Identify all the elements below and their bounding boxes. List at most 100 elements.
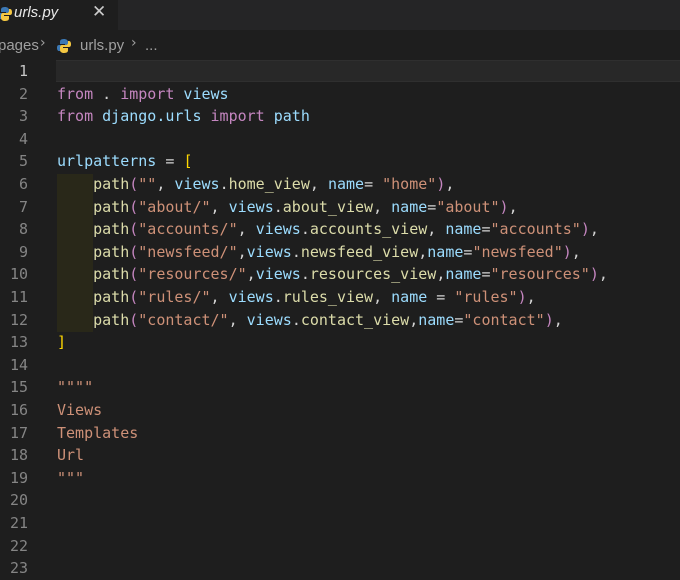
- code-token: =: [427, 197, 437, 216]
- line-number: 15: [9, 378, 28, 397]
- code-token: "about/": [138, 197, 211, 216]
- code-token: views: [174, 175, 220, 193]
- code-token: (: [129, 265, 139, 284]
- line-number: 5: [18, 152, 28, 171]
- chevron-right-icon: ›: [40, 35, 46, 51]
- code-token: path: [93, 288, 130, 306]
- code-token: .: [273, 197, 283, 216]
- code-token: ,: [553, 310, 563, 329]
- code-token: "about": [436, 197, 500, 216]
- code-token: newsfeed_view: [300, 242, 419, 261]
- breadcrumb-file[interactable]: urls.py: [80, 37, 124, 54]
- code-token: =: [481, 265, 491, 284]
- line-content: path("", views.home_view, name= "home"),: [57, 173, 454, 196]
- line-number: 20: [9, 491, 28, 510]
- code-token: [: [183, 152, 193, 171]
- code-token: name: [445, 220, 482, 239]
- code-token: "contact/": [138, 310, 229, 329]
- code-token: path: [93, 265, 130, 284]
- code-token: ,: [589, 220, 599, 239]
- code-line: 8 path("accounts/", views.accounts_view,…: [0, 218, 680, 241]
- code-token: path: [93, 175, 130, 193]
- code-token: views: [228, 197, 274, 216]
- code-editor[interactable]: 1 2 from . import views 3 from django.urls i…: [0, 58, 680, 580]
- code-token: Url: [57, 446, 85, 465]
- code-token: .: [300, 220, 310, 239]
- code-token: Templates: [57, 423, 139, 442]
- code-token: name: [427, 242, 464, 261]
- code-token: about_view: [282, 197, 374, 216]
- code-line: 5 urlpatterns = [: [0, 150, 680, 173]
- code-token: name: [327, 175, 365, 193]
- code-token: views: [255, 265, 301, 284]
- code-token: .: [93, 84, 121, 103]
- line-content: ]: [57, 331, 66, 354]
- line-content: path("contact/", views.contact_view,name…: [57, 309, 563, 332]
- code-token: "resources/": [138, 265, 247, 284]
- code-token: ,: [508, 197, 518, 216]
- line-content: path("rules/", views.rules_view, name = …: [57, 286, 536, 309]
- code-token: ): [580, 220, 590, 239]
- code-token: home_view: [228, 175, 310, 193]
- line-content: Url: [57, 444, 84, 467]
- code-token: ): [562, 242, 572, 261]
- line-number: 22: [9, 536, 28, 555]
- code-token: urlpatterns: [57, 152, 157, 171]
- code-line: 20: [0, 489, 680, 512]
- line-content: """": [57, 376, 93, 399]
- code-token: ,: [210, 288, 229, 306]
- code-token: path: [93, 310, 130, 329]
- code-token: name: [418, 310, 455, 329]
- code-line: 6 path("", views.home_view, name= "home"…: [0, 173, 680, 196]
- code-token: ,: [409, 310, 419, 329]
- code-token: name: [391, 288, 428, 306]
- code-token: path: [264, 107, 310, 126]
- code-token: ): [499, 197, 509, 216]
- tab-urls-py[interactable]: urls.py ✕: [0, 0, 118, 30]
- code-token: (: [129, 242, 139, 261]
- line-number: 21: [9, 514, 28, 532]
- code-line: 17 Templates: [0, 422, 680, 445]
- code-token: .: [300, 265, 310, 284]
- line-content: """: [57, 467, 84, 490]
- breadcrumb-symbols[interactable]: ...: [145, 37, 158, 54]
- python-icon: [57, 39, 71, 53]
- code-token: from: [57, 107, 94, 126]
- code-token: views: [255, 220, 301, 239]
- close-icon[interactable]: ✕: [92, 2, 106, 22]
- code-token: views: [246, 310, 292, 329]
- code-token: ,: [598, 265, 608, 284]
- line-content: from django.urls import path: [57, 105, 310, 128]
- code-line: 10 path("resources/",views.resources_vie…: [0, 263, 680, 286]
- breadcrumb-folder-pages[interactable]: pages: [0, 37, 39, 54]
- code-line: 14: [0, 354, 680, 377]
- code-token: ,: [373, 288, 392, 306]
- code-line: 11 path("rules/", views.rules_view, name…: [0, 286, 680, 309]
- line-number: 4: [18, 129, 28, 148]
- code-line: 4: [0, 128, 680, 151]
- code-token: =: [364, 175, 383, 193]
- code-line: 23: [0, 557, 680, 580]
- code-token: "accounts": [490, 220, 581, 239]
- code-line: 2 from . import views: [0, 83, 680, 106]
- code-token: import: [210, 107, 265, 126]
- code-line: 12 path("contact/", views.contact_view,n…: [0, 309, 680, 332]
- code-token: "newsfeed/": [138, 242, 238, 261]
- code-token: "newsfeed": [472, 242, 563, 261]
- line-number: 11: [9, 288, 28, 306]
- code-token: contact_view: [300, 310, 410, 329]
- code-token: ): [517, 288, 527, 306]
- code-token: ,: [373, 197, 392, 216]
- code-token: (: [129, 197, 139, 216]
- code-token: rules_view: [282, 288, 374, 306]
- code-token: =: [427, 288, 455, 306]
- code-token: """: [57, 468, 85, 487]
- code-token: from: [57, 84, 94, 103]
- code-token: ,: [156, 175, 175, 193]
- code-token: ,: [210, 197, 229, 216]
